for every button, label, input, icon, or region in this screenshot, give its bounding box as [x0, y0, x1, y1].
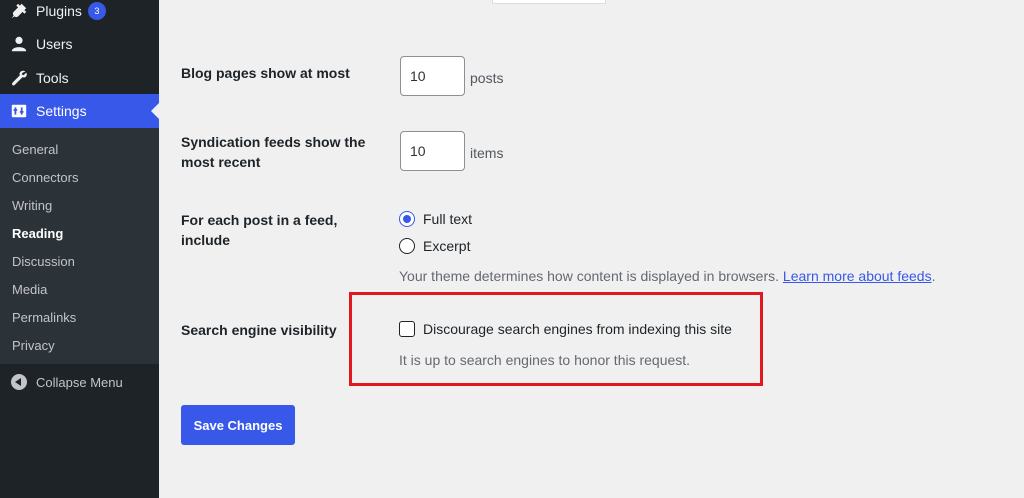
reading-settings-form: Blog pages show at most posts Syndicatio…	[159, 0, 1024, 498]
learn-more-feeds-link[interactable]: Learn more about feeds	[783, 268, 932, 284]
submenu-discussion[interactable]: Discussion	[12, 254, 75, 270]
blog-pages-unit: posts	[470, 70, 504, 86]
plugin-icon	[9, 1, 29, 21]
radio-label: Full text	[423, 211, 473, 227]
blog-pages-label: Blog pages show at most	[181, 65, 350, 81]
top-edge-element	[492, 0, 606, 4]
menu-item-users[interactable]: Users	[0, 27, 159, 61]
blog-pages-input[interactable]	[400, 56, 465, 96]
admin-sidebar: Plugins 3 Users Tools Settings General C…	[0, 0, 159, 498]
menu-item-label: Tools	[36, 70, 69, 86]
menu-item-settings[interactable]: Settings	[0, 94, 159, 128]
submenu-connectors[interactable]: Connectors	[12, 170, 78, 186]
radio-full-text[interactable]: Full text	[399, 211, 472, 227]
feed-content-label: For each post in a feed, include	[181, 212, 338, 248]
save-changes-button[interactable]: Save Changes	[181, 405, 295, 445]
users-icon	[9, 34, 29, 54]
submenu-writing[interactable]: Writing	[12, 198, 52, 214]
menu-item-label: Users	[36, 36, 73, 52]
syndication-unit: items	[470, 145, 504, 161]
update-count-badge: 3	[87, 2, 106, 20]
wrench-icon	[9, 68, 29, 88]
collapse-menu-button[interactable]: Collapse Menu	[0, 371, 159, 393]
submenu-permalinks[interactable]: Permalinks	[12, 310, 76, 326]
discourage-search-checkbox[interactable]	[399, 321, 415, 337]
radio-label: Excerpt	[423, 238, 471, 254]
submenu-privacy[interactable]: Privacy	[12, 338, 55, 354]
discourage-search-checkbox-row[interactable]: Discourage search engines from indexing …	[399, 321, 732, 337]
radio-button-checked[interactable]	[399, 211, 415, 227]
submenu-media[interactable]: Media	[12, 282, 47, 298]
search-visibility-description: It is up to search engines to honor this…	[399, 352, 691, 368]
settings-submenu: General Connectors Writing Reading Discu…	[0, 128, 159, 364]
submenu-reading[interactable]: Reading	[12, 226, 63, 242]
feed-description-text: Your theme determines how content is dis…	[399, 268, 780, 284]
menu-item-label: Settings	[36, 103, 87, 119]
submenu-general[interactable]: General	[12, 142, 58, 158]
menu-item-label: Plugins	[36, 3, 82, 19]
radio-excerpt[interactable]: Excerpt	[399, 238, 470, 254]
syndication-label: Syndication feeds show the most recent	[181, 134, 366, 170]
radio-button[interactable]	[399, 238, 415, 254]
collapse-arrow-icon	[11, 374, 27, 390]
feed-description-period: .	[931, 268, 936, 284]
syndication-input[interactable]	[400, 131, 465, 171]
highlight-box	[349, 292, 763, 386]
discourage-search-label: Discourage search engines from indexing …	[423, 321, 732, 337]
settings-icon	[9, 101, 29, 121]
menu-item-tools[interactable]: Tools	[0, 61, 159, 95]
menu-item-plugins[interactable]: Plugins 3	[0, 0, 159, 28]
feed-description: Your theme determines how content is dis…	[399, 268, 935, 284]
collapse-menu-label: Collapse Menu	[36, 374, 123, 390]
